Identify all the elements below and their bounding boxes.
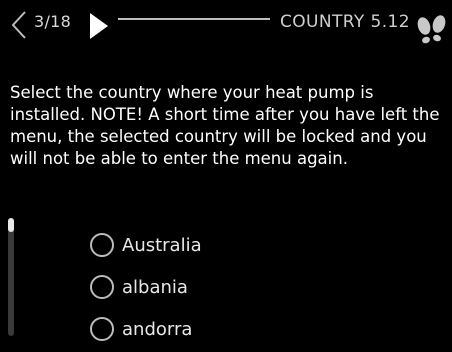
scroll-thumb[interactable] <box>8 218 14 232</box>
forward-arrow-icon[interactable] <box>88 11 110 41</box>
country-list: Australia albania andorra <box>90 224 202 350</box>
country-option-australia[interactable]: Australia <box>90 224 202 266</box>
country-option-andorra[interactable]: andorra <box>90 308 202 350</box>
menu-description: Select the country where your heat pump … <box>10 82 440 168</box>
radio-button[interactable] <box>90 233 114 257</box>
radio-button[interactable] <box>90 275 114 299</box>
country-label: albania <box>122 276 188 298</box>
scrollbar[interactable] <box>8 218 14 336</box>
country-label: Australia <box>122 234 202 256</box>
menu-title: COUNTRY 5.12 <box>280 12 410 32</box>
header-bar: 3/18 COUNTRY 5.12 <box>0 0 452 52</box>
country-option-albania[interactable]: albania <box>90 266 202 308</box>
header-divider <box>118 18 270 20</box>
radio-button[interactable] <box>90 317 114 341</box>
footprints-icon[interactable] <box>412 10 452 50</box>
top-clip <box>0 0 452 6</box>
page-indicator: 3/18 <box>34 12 72 31</box>
country-label: andorra <box>122 318 193 340</box>
back-arrow-icon[interactable] <box>10 10 28 40</box>
